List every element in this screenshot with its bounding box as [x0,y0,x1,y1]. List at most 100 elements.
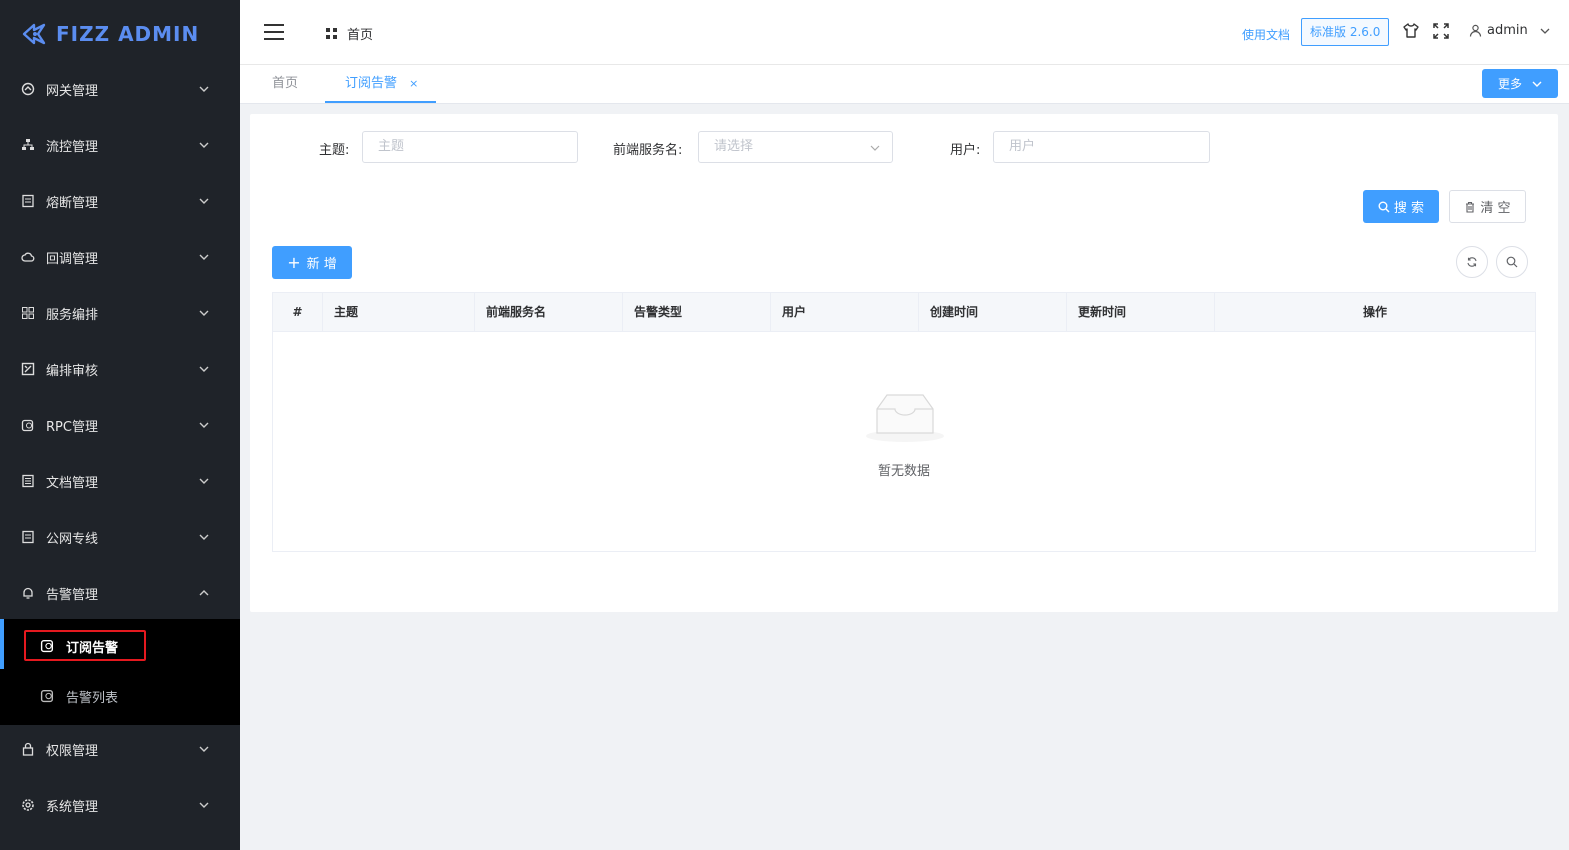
sidebar-item-label: RPC管理 [46,419,98,435]
user-icon [1469,24,1482,37]
sidebar-item-gateway[interactable]: 网关管理 [0,61,240,117]
sidebar-item-permission[interactable]: 权限管理 [0,721,240,777]
column-header-service: 前端服务名 [475,293,623,332]
sidebar-subitem-alarm-list[interactable]: 告警列表 [0,671,240,721]
sidebar-item-label: 系统管理 [46,799,99,815]
more-button[interactable]: 更多 [1482,69,1558,98]
column-header-index: # [273,293,323,332]
search-icon [1506,256,1518,268]
gateway-icon [20,81,36,97]
chevron-down-icon [870,145,880,151]
chevron-down-icon [199,142,209,148]
review-icon [20,361,36,377]
chevron-down-icon [199,422,209,428]
main-card: 主题: 主题 前端服务名: 请选择 用户: 用户 搜 索 清 空 + 新 增 #… [250,114,1558,612]
chevron-down-icon [199,366,209,372]
column-header-user: 用户 [771,293,919,332]
clear-button[interactable]: 清 空 [1449,190,1526,223]
empty-state: 暂无数据 [273,333,1535,551]
version-badge[interactable]: 标准版 2.6.0 [1301,18,1390,46]
cloud-icon [20,249,36,265]
sitemap-icon [20,137,36,153]
table-header: # 主题 前端服务名 告警类型 用户 创建时间 更新时间 操作 [273,293,1535,332]
sidebar-item-callback[interactable]: 回调管理 [0,229,240,285]
user-input[interactable]: 用户 [993,131,1210,163]
fullscreen-icon[interactable] [1432,22,1450,40]
search-icon [1378,201,1390,212]
username: admin [1487,23,1528,38]
add-button[interactable]: + 新 增 [272,246,352,279]
sidebar-item-label: 文档管理 [46,475,99,491]
dashboard-icon [326,28,337,39]
chevron-down-icon [199,86,209,92]
theme-icon[interactable] [1402,22,1420,40]
active-indicator [0,619,4,669]
chevron-down-icon [199,746,209,752]
column-header-updated: 更新时间 [1067,293,1215,332]
service-select[interactable]: 请选择 [698,131,893,163]
logo-text: FIZZ ADMIN [56,22,200,46]
chevron-down-icon [1540,28,1550,34]
sidebar-item-review[interactable]: 编排审核 [0,341,240,397]
chevron-down-icon [199,478,209,484]
sidebar-item-circuit-breaker[interactable]: 熔断管理 [0,173,240,229]
lock-icon [20,741,36,757]
sidebar-item-label: 服务编排 [46,307,99,323]
sidebar-item-label: 回调管理 [46,251,99,267]
bell-icon [20,585,36,601]
menu-toggle-icon[interactable] [264,24,284,40]
user-label: 用户: [950,143,981,158]
breadcrumb-home[interactable]: 首页 [347,24,373,43]
refresh-button[interactable] [1456,246,1488,278]
sidebar-item-alarm[interactable]: 告警管理 [0,565,240,621]
chevron-down-icon [199,310,209,316]
logo-icon [22,23,46,45]
sidebar-item-label: 告警管理 [46,587,99,603]
sidebar-item-orchestration[interactable]: 服务编排 [0,285,240,341]
sidebar-item-label: 网关管理 [46,83,99,99]
topic-label: 主题: [319,143,350,158]
user-menu[interactable]: admin [1469,23,1550,38]
search-toggle-button[interactable] [1496,246,1528,278]
sidebar-item-public-line[interactable]: 公网专线 [0,509,240,565]
data-table: # 主题 前端服务名 告警类型 用户 创建时间 更新时间 操作 暂无数据 [272,292,1536,552]
document-icon [20,193,36,209]
service-label: 前端服务名: [613,143,683,158]
breadcrumb: 首页 [326,24,373,43]
sidebar: FIZZ ADMIN 网关管理 流控管理 熔断管理 回调管理 服务编排 编排审核… [0,0,240,850]
column-header-alarm-type: 告警类型 [623,293,771,332]
search-button-label: 搜 索 [1393,201,1425,216]
more-button-label: 更多 [1497,77,1522,91]
empty-text: 暂无数据 [877,464,930,479]
refresh-icon [1467,257,1477,267]
search-button[interactable]: 搜 索 [1363,190,1439,223]
column-header-actions: 操作 [1362,305,1387,319]
sidebar-item-label: 熔断管理 [46,195,99,211]
logo[interactable]: FIZZ ADMIN [0,0,240,68]
shield-icon [40,688,56,704]
doc-link[interactable]: 使用文档 [1242,26,1290,43]
tab-subscribe-alarm[interactable]: 订阅告警 × [325,65,436,103]
sidebar-item-flow-control[interactable]: 流控管理 [0,117,240,173]
tab-home[interactable]: 首页 [272,65,298,103]
tab-label: 订阅告警 [345,76,398,91]
sidebar-subitem-label: 告警列表 [66,690,119,706]
doc-list-icon [20,473,36,489]
gear-icon [20,797,36,813]
add-button-label: 新 增 [306,257,337,272]
sidebar-item-system[interactable]: 系统管理 [0,777,240,833]
sidebar-item-label: 公网专线 [46,531,99,547]
tab-bar: 首页 订阅告警 × 更多 [240,65,1569,104]
sidebar-item-rpc[interactable]: RPC管理 [0,397,240,453]
service-select-placeholder: 请选择 [714,139,754,154]
chevron-down-icon [1532,81,1542,87]
chevron-down-icon [199,534,209,540]
chevron-down-icon [199,254,209,260]
shield-icon [20,417,36,433]
close-icon[interactable]: × [409,77,418,90]
sidebar-item-docs[interactable]: 文档管理 [0,453,240,509]
plus-icon: + [287,252,301,272]
topic-input[interactable]: 主题 [362,131,578,163]
column-header-created: 创建时间 [919,293,1067,332]
chevron-down-icon [199,802,209,808]
